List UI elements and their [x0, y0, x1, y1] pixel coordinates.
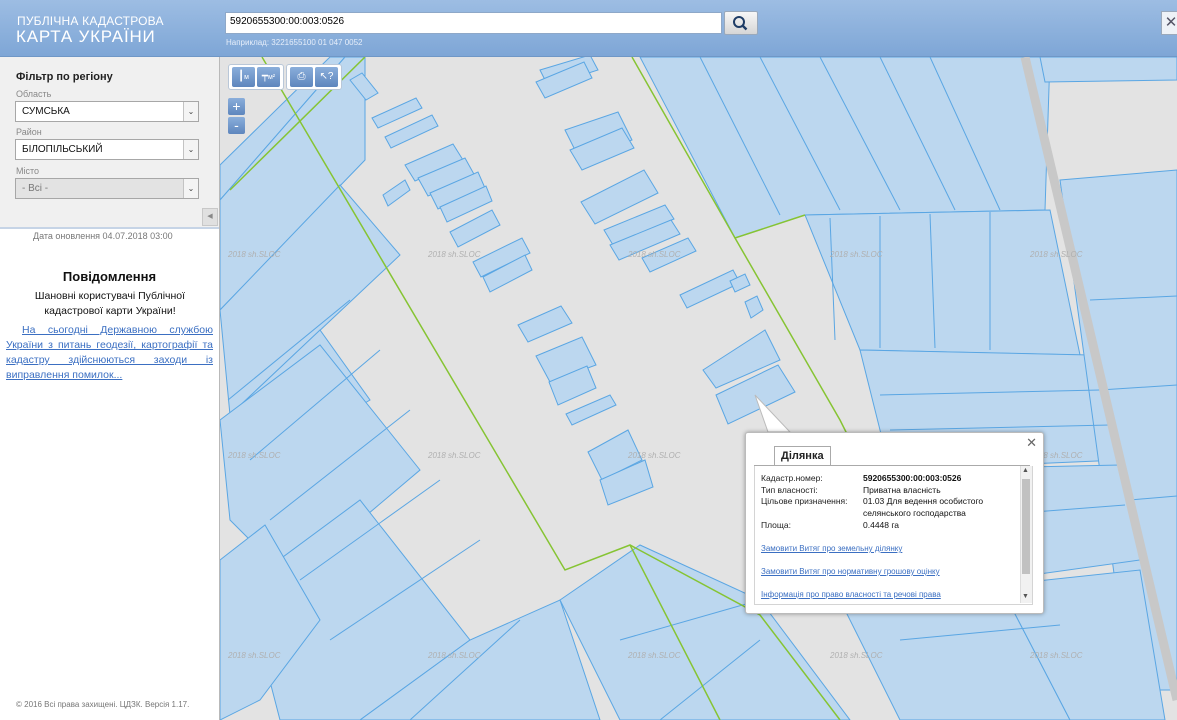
ruler-button[interactable]: ┃м	[232, 67, 255, 87]
parcel-popup: ✕ Ділянка Кадастр.номер: 5920655300:00:0…	[745, 432, 1044, 614]
close-icon[interactable]: ✕	[1161, 11, 1177, 35]
area-label: Площа:	[761, 520, 791, 530]
region-select[interactable]: СУМСЬКА ⌄	[15, 101, 199, 122]
search-button[interactable]	[724, 11, 758, 35]
watermark: 2018 sh.SLOC	[227, 451, 281, 460]
logo-line2: КАРТА УКРАЇНИ	[16, 27, 156, 46]
measure-toolbar: ┃м ┯м²	[228, 64, 284, 90]
watermark: 2018 sh.SLOC	[427, 451, 481, 460]
zoom-in-button[interactable]: +	[228, 98, 245, 115]
district-value: БІЛОПІЛЬСЬКИЙ	[22, 144, 103, 155]
order-extract-link[interactable]: Замовити Витяг про земельну ділянку	[761, 544, 902, 553]
header-bar: ПУБЛІЧНА КАДАСТРОВА КАРТА УКРАЇНИ 592065…	[0, 0, 1177, 57]
area-label: м²	[267, 74, 276, 81]
purpose-value: 01.03 Для ведення особистого селянського…	[863, 496, 984, 518]
search-input[interactable]: 5920655300:00:003:0526	[225, 12, 722, 34]
watermark: 2018 sh.SLOC	[627, 651, 681, 660]
city-value: - Всі -	[22, 183, 49, 194]
ownership-value: Приватна власність	[863, 485, 941, 495]
cadastral-map[interactable]: 2018 sh.SLOC 2018 sh.SLOC 2018 sh.SLOC 2…	[220, 57, 1177, 720]
purpose-label: Цільове призначення:	[761, 496, 848, 506]
close-icon[interactable]: ✕	[1026, 435, 1037, 451]
region-filter: Фільтр по регіону Область СУМСЬКА ⌄ Райо…	[0, 57, 219, 228]
city-label: Місто	[16, 166, 40, 176]
search-hint: Наприклад: 3221655100 01 047 0052	[226, 38, 363, 47]
identify-icon: ↖?	[319, 71, 334, 82]
watermark: 2018 sh.SLOC	[427, 651, 481, 660]
print-icon: ⎙	[297, 71, 306, 82]
zoom-out-button[interactable]: -	[228, 117, 245, 134]
parcel-info: Кадастр.номер: 5920655300:00:003:0526 Ти…	[754, 466, 1033, 605]
tools-toolbar: ⎙ ↖?	[286, 64, 342, 90]
divider	[0, 227, 219, 229]
collapse-sidebar-button[interactable]: ◀	[202, 208, 218, 226]
watermark: 2018 sh.SLOC	[627, 250, 681, 259]
region-label: Область	[16, 89, 52, 99]
city-select[interactable]: - Всі - ⌄	[15, 178, 199, 199]
region-value: СУМСЬКА	[22, 106, 70, 117]
watermark: 2018 sh.SLOC	[227, 250, 281, 259]
chevron-down-icon: ⌄	[183, 102, 198, 121]
watermark: 2018 sh.SLOC	[1029, 250, 1083, 259]
message-greeting: Шановні користувачі Публічної кадастрово…	[34, 290, 186, 317]
area-button[interactable]: ┯м²	[257, 67, 280, 87]
message-title: Повідомлення	[62, 269, 157, 284]
scroll-thumb[interactable]	[1022, 479, 1030, 574]
filter-title: Фільтр по регіону	[16, 71, 113, 83]
order-valuation-link[interactable]: Замовити Витяг про нормативну грошову оц…	[761, 567, 940, 576]
scroll-down-icon[interactable]: ▼	[1022, 593, 1029, 600]
identify-button[interactable]: ↖?	[315, 67, 338, 87]
watermark: 2018 sh.SLOC	[427, 250, 481, 259]
chevron-down-icon: ⌄	[183, 140, 198, 159]
ownership-label: Тип власності:	[761, 485, 818, 495]
map-canvas[interactable]: 2018 sh.SLOC 2018 sh.SLOC 2018 sh.SLOC 2…	[220, 57, 1177, 720]
cadastral-number-label: Кадастр.номер:	[761, 473, 823, 483]
ruler-label: м	[244, 74, 249, 81]
watermark: 2018 sh.SLOC	[227, 651, 281, 660]
sidebar: Фільтр по регіону Область СУМСЬКА ⌄ Райо…	[0, 57, 220, 720]
watermark: 2018 sh.SLOC	[627, 451, 681, 460]
logo-line1: ПУБЛІЧНА КАДАСТРОВА	[17, 14, 164, 28]
district-select[interactable]: БІЛОПІЛЬСЬКИЙ ⌄	[15, 139, 199, 160]
watermark: 2018 sh.SLOC	[829, 250, 883, 259]
copyright: © 2016 Всі права захищені. ЦДЗК. Версія …	[16, 700, 190, 709]
ownership-info-link[interactable]: Інформація про право власності та речові…	[761, 590, 941, 599]
print-button[interactable]: ⎙	[290, 67, 313, 87]
watermark: 2018 sh.SLOC	[829, 651, 883, 660]
area-value: 0.4448 га	[863, 520, 900, 530]
district-label: Район	[16, 127, 42, 137]
tab-parcel[interactable]: Ділянка	[774, 446, 831, 465]
popup-scrollbar[interactable]: ▲ ▼	[1020, 466, 1032, 603]
message-link[interactable]: На сьогодні Державною службою України з …	[6, 323, 213, 383]
update-date: Дата оновлення 04.07.2018 03:00	[33, 231, 173, 241]
watermark: 2018 sh.SLOC	[1029, 651, 1083, 660]
search-icon	[733, 16, 748, 31]
scroll-up-icon[interactable]: ▲	[1022, 467, 1029, 474]
cadastral-number-value: 5920655300:00:003:0526	[863, 473, 962, 483]
chevron-down-icon: ⌄	[183, 179, 198, 198]
